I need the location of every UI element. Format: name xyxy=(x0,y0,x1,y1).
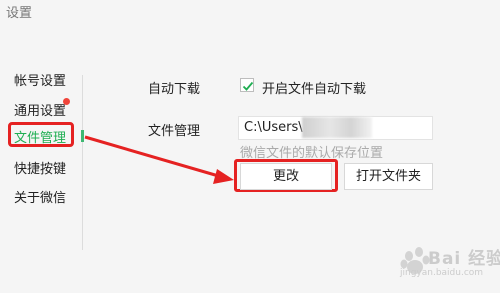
watermark-subtext: jingyan.baidu.com xyxy=(400,268,484,278)
watermark-text: Bai 经验 xyxy=(428,249,500,269)
